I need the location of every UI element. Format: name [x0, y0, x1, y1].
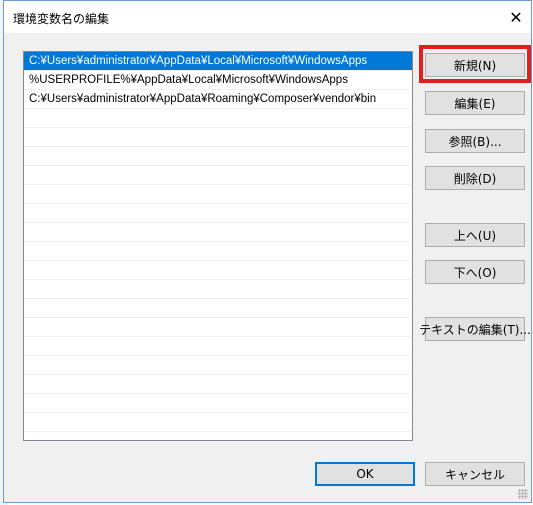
- empty-list-row[interactable]: [24, 223, 412, 242]
- list-item[interactable]: C:¥Users¥administrator¥AppData¥Roaming¥C…: [24, 90, 412, 109]
- edit-text-button[interactable]: テキストの編集(T)...: [419, 317, 531, 341]
- empty-list-row[interactable]: [24, 147, 412, 166]
- empty-list-row[interactable]: [24, 413, 412, 432]
- empty-list-row[interactable]: [24, 394, 412, 413]
- empty-list-row[interactable]: [24, 299, 412, 318]
- empty-list-row[interactable]: [24, 185, 412, 204]
- empty-list-row[interactable]: [24, 166, 412, 185]
- cancel-button[interactable]: キャンセル: [425, 462, 525, 486]
- close-icon[interactable]: ✕: [501, 1, 531, 33]
- empty-list-row[interactable]: [24, 318, 412, 337]
- dialog-title: 環境変数名の編集: [13, 12, 110, 26]
- empty-list-row[interactable]: [24, 356, 412, 375]
- title-bar: 環境変数名の編集 ✕: [4, 1, 531, 33]
- empty-list-row[interactable]: [24, 109, 412, 128]
- empty-list-row[interactable]: [24, 261, 412, 280]
- edit-button[interactable]: 編集(E): [425, 91, 525, 115]
- empty-list-row[interactable]: [24, 128, 412, 147]
- list-item[interactable]: %USERPROFILE%¥AppData¥Local¥Microsoft¥Wi…: [24, 71, 412, 90]
- path-list[interactable]: C:¥Users¥administrator¥AppData¥Local¥Mic…: [23, 51, 413, 441]
- move-up-button[interactable]: 上へ(U): [425, 223, 525, 247]
- empty-list-row[interactable]: [24, 242, 412, 261]
- delete-button[interactable]: 削除(D): [425, 166, 525, 190]
- resize-grip-icon[interactable]: [518, 489, 528, 499]
- empty-list-row[interactable]: [24, 375, 412, 394]
- empty-list-row[interactable]: [24, 337, 412, 356]
- move-down-button[interactable]: 下へ(O): [425, 260, 525, 284]
- ok-button[interactable]: OK: [315, 462, 415, 486]
- empty-list-row[interactable]: [24, 280, 412, 299]
- list-item[interactable]: C:¥Users¥administrator¥AppData¥Local¥Mic…: [24, 52, 412, 71]
- edit-environment-variable-dialog: 環境変数名の編集 ✕ C:¥Users¥administrator¥AppDat…: [3, 0, 532, 503]
- new-button[interactable]: 新規(N): [425, 53, 525, 77]
- empty-list-row[interactable]: [24, 204, 412, 223]
- browse-button[interactable]: 参照(B)...: [425, 129, 525, 153]
